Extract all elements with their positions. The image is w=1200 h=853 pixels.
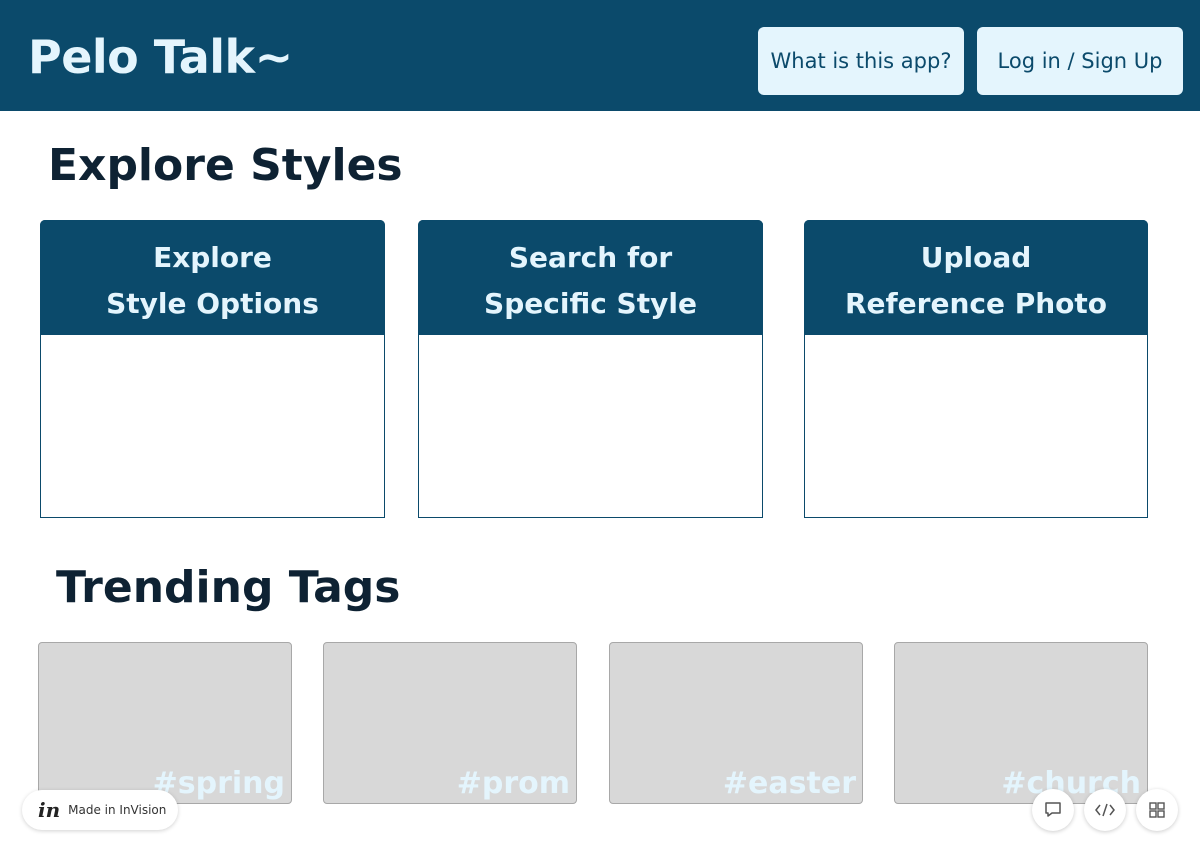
grid-icon (1149, 802, 1165, 818)
explore-styles-heading: Explore Styles (48, 140, 403, 191)
card-title-line2: Reference Photo (844, 286, 1108, 320)
card-title-line2: Style Options (106, 286, 319, 320)
card-title-line1: Upload (920, 240, 1032, 274)
card-header: Upload Reference Photo (804, 220, 1148, 335)
tag-tile-spring[interactable]: #spring (38, 642, 292, 804)
code-icon (1095, 803, 1115, 817)
explore-style-options-card[interactable]: Explore Style Options (40, 220, 385, 518)
grid-button[interactable] (1136, 789, 1178, 831)
invision-logo-icon: in (38, 798, 61, 822)
card-header: Explore Style Options (40, 220, 385, 335)
tag-tile-prom[interactable]: #prom (323, 642, 577, 804)
app-title: Pelo Talk~ (28, 30, 293, 84)
comment-button[interactable] (1032, 789, 1074, 831)
card-title-line1: Explore (153, 240, 272, 274)
comment-icon (1045, 802, 1061, 817)
upload-reference-photo-card[interactable]: Upload Reference Photo (804, 220, 1148, 518)
tag-label: #prom (456, 766, 570, 801)
trending-tags-heading: Trending Tags (56, 562, 401, 613)
login-signup-button[interactable]: Log in / Sign Up (977, 27, 1183, 95)
search-specific-style-card[interactable]: Search for Specific Style (418, 220, 763, 518)
made-in-invision-badge[interactable]: in Made in InVision (22, 790, 178, 830)
tag-tile-church[interactable]: #church (894, 642, 1148, 804)
card-header: Search for Specific Style (418, 220, 763, 335)
tag-label: #easter (722, 766, 856, 801)
app-header: Pelo Talk~ What is this app? Log in / Si… (0, 0, 1200, 111)
code-button[interactable] (1084, 789, 1126, 831)
badge-text: Made in InVision (68, 803, 167, 817)
card-title-line2: Specific Style (484, 286, 697, 320)
what-is-this-app-button[interactable]: What is this app? (758, 27, 964, 95)
card-title-line1: Search for (508, 240, 673, 274)
tag-tile-easter[interactable]: #easter (609, 642, 863, 804)
